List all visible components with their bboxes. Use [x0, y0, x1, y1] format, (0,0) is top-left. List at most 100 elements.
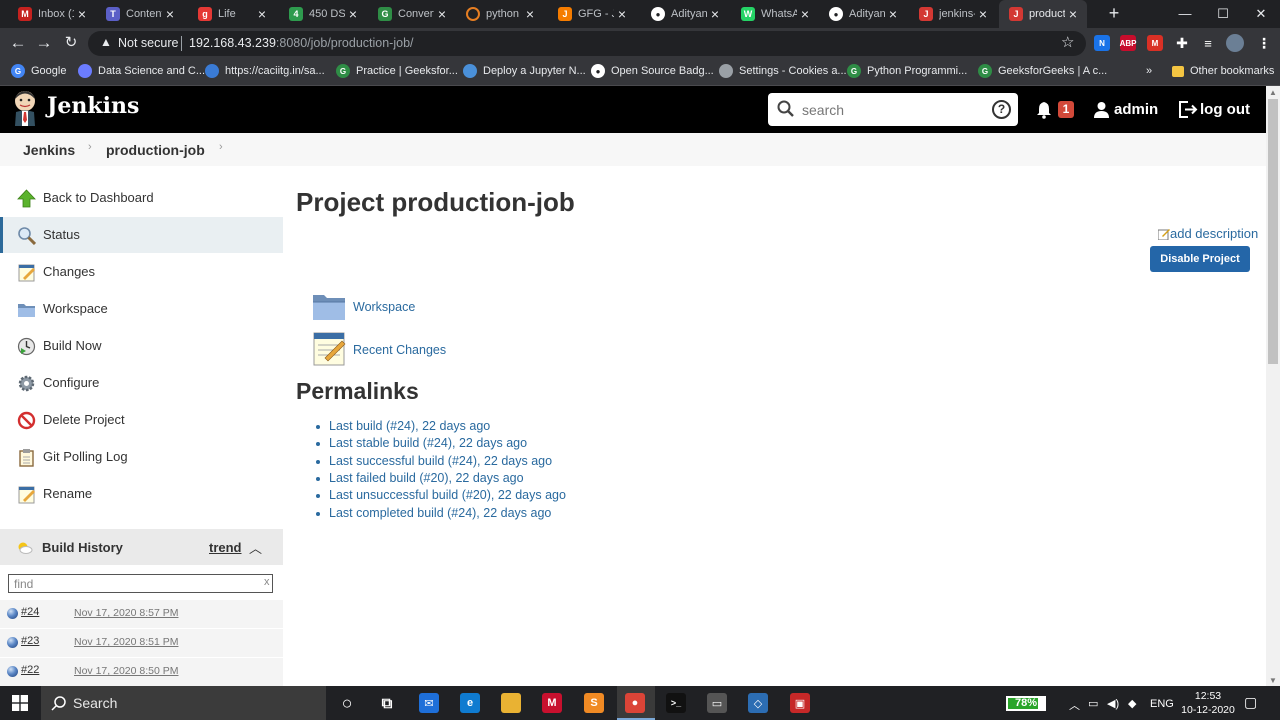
- reload-button[interactable]: ↻: [60, 32, 82, 54]
- build-status-ball-icon[interactable]: [7, 666, 18, 677]
- new-tab-button[interactable]: +: [1104, 3, 1124, 23]
- bookmark-item[interactable]: G Practice | Geeksfor...: [336, 64, 458, 78]
- close-tab-icon[interactable]: ×: [975, 6, 991, 22]
- browser-tab[interactable]: ● Adityan ×: [641, 0, 729, 28]
- cortana-circle-icon[interactable]: ○: [337, 693, 357, 713]
- recent-changes-link[interactable]: Recent Changes: [353, 343, 446, 357]
- tray-battery-icon[interactable]: ▭: [1088, 697, 1098, 710]
- mail-icon[interactable]: ✉: [419, 693, 439, 713]
- bookmark-item[interactable]: Data Science and C...: [78, 64, 205, 78]
- folder-icon[interactable]: [311, 289, 347, 325]
- battery-indicator[interactable]: 78%: [1006, 696, 1046, 711]
- sidebar-item-rename[interactable]: Rename: [0, 476, 283, 512]
- not-secure-label[interactable]: Not secure: [118, 36, 178, 50]
- build-date-link[interactable]: Nov 17, 2020 8:57 PM: [74, 607, 178, 619]
- disable-project-button[interactable]: Disable Project: [1150, 246, 1250, 272]
- bookmark-item[interactable]: ● Open Source Badg...: [591, 64, 714, 78]
- chrome-icon[interactable]: ●: [625, 693, 645, 713]
- extensions-puzzle-icon[interactable]: ✚: [1174, 35, 1190, 51]
- breadcrumb-production-job[interactable]: production-job: [106, 142, 205, 158]
- search-input[interactable]: [802, 100, 982, 120]
- virtualbox-icon[interactable]: ◇: [748, 693, 768, 713]
- browser-tab[interactable]: g Life ×: [188, 0, 276, 28]
- build-find-input[interactable]: [14, 576, 254, 591]
- image-app-icon[interactable]: ▣: [790, 693, 810, 713]
- chrome-menu-icon[interactable]: ⋮: [1256, 35, 1272, 51]
- volume-icon[interactable]: ◀): [1107, 697, 1119, 710]
- build-number-link[interactable]: #24: [21, 606, 39, 618]
- sidebar-item-back-to-dashboard[interactable]: Back to Dashboard: [0, 180, 283, 216]
- bookmark-star-icon[interactable]: ☆: [1061, 33, 1074, 51]
- logout-icon[interactable]: [1178, 100, 1198, 119]
- task-view-icon[interactable]: ⧉: [377, 693, 397, 713]
- bookmark-item[interactable]: Settings - Cookies a...: [719, 64, 847, 78]
- close-tab-icon[interactable]: ×: [162, 6, 178, 22]
- permalink-link[interactable]: Last successful build (#24), 22 days ago: [329, 454, 552, 468]
- browser-tab[interactable]: python ×: [456, 0, 544, 28]
- windows-start-icon[interactable]: [12, 695, 28, 711]
- notifications-icon[interactable]: ▢: [1244, 694, 1257, 711]
- scroll-thumb[interactable]: [1268, 99, 1278, 364]
- jenkins-title[interactable]: Jenkins: [47, 93, 139, 119]
- tray-chevron-icon[interactable]: ︿: [1069, 697, 1080, 713]
- browser-tab[interactable]: 4 450 DSA×: [279, 0, 367, 28]
- clear-find-icon[interactable]: x: [264, 576, 270, 588]
- back-button[interactable]: ←: [7, 32, 29, 54]
- m-extension-icon[interactable]: M: [1147, 35, 1163, 51]
- close-tab-icon[interactable]: ×: [254, 6, 270, 22]
- scroll-down-arrow-icon[interactable]: ▼: [1269, 676, 1277, 685]
- workspace-link[interactable]: Workspace: [353, 300, 415, 314]
- help-icon[interactable]: ?: [992, 100, 1011, 119]
- permalink-link[interactable]: Last stable build (#24), 22 days ago: [329, 436, 527, 450]
- dropbox-icon[interactable]: ◆: [1128, 697, 1136, 710]
- jenkins-logo-icon[interactable]: [12, 90, 38, 126]
- bookmark-item[interactable]: G Python Programmi...: [847, 64, 967, 78]
- close-tab-icon[interactable]: ×: [707, 6, 723, 22]
- sidebar-item-delete-project[interactable]: Delete Project: [0, 402, 283, 438]
- permalink-link[interactable]: Last completed build (#24), 22 days ago: [329, 506, 551, 520]
- user-menu[interactable]: admin: [1114, 101, 1158, 118]
- cmd-icon[interactable]: ▭: [707, 693, 727, 713]
- breadcrumb-separator-icon[interactable]: ›: [88, 141, 92, 153]
- notepad-icon[interactable]: [311, 330, 347, 366]
- close-tab-icon[interactable]: ×: [614, 6, 630, 22]
- build-status-ball-icon[interactable]: [7, 608, 18, 619]
- system-clock[interactable]: 12:53 10-12-2020: [1180, 689, 1236, 717]
- sidebar-item-changes[interactable]: Changes: [0, 254, 283, 290]
- sublime-icon[interactable]: S: [584, 693, 604, 713]
- bookmark-item[interactable]: G Google: [11, 64, 66, 78]
- close-tab-icon[interactable]: ×: [434, 6, 450, 22]
- bell-icon[interactable]: [1035, 101, 1053, 119]
- close-tab-icon[interactable]: ×: [1065, 6, 1081, 22]
- more-bookmarks-chevron[interactable]: »: [1146, 64, 1152, 78]
- adblock-icon[interactable]: ABP: [1120, 35, 1136, 51]
- browser-tab[interactable]: M Inbox (1 ×: [8, 0, 96, 28]
- close-tab-icon[interactable]: ×: [797, 6, 813, 22]
- media-control-icon[interactable]: ≡: [1200, 35, 1216, 51]
- browser-tab[interactable]: G Convert ×: [368, 0, 456, 28]
- bookmark-item[interactable]: G GeeksforGeeks | A c...: [978, 64, 1107, 78]
- edge-icon[interactable]: e: [460, 693, 480, 713]
- bookmark-item[interactable]: Deploy a Jupyter N...: [463, 64, 586, 78]
- permalink-link[interactable]: Last failed build (#20), 22 days ago: [329, 471, 524, 485]
- url-text[interactable]: 192.168.43.239:8080/job/production-job/: [189, 36, 414, 50]
- browser-tab[interactable]: T Content ×: [96, 0, 184, 28]
- file-explorer-icon[interactable]: [501, 693, 521, 713]
- warning-icon[interactable]: ▲: [100, 35, 112, 49]
- browser-tab[interactable]: Jjenkins- ×: [909, 0, 997, 28]
- breadcrumb-separator-icon[interactable]: ›: [219, 141, 223, 153]
- browser-tab[interactable]: W WhatsA ×: [731, 0, 819, 28]
- collapse-chevron-icon[interactable]: ︿: [249, 538, 262, 557]
- browser-tab[interactable]: Jproduct ×: [999, 0, 1087, 28]
- close-tab-icon[interactable]: ×: [74, 6, 90, 22]
- taskbar-search[interactable]: Search: [41, 686, 326, 720]
- sidebar-item-build-now[interactable]: Build Now: [0, 328, 283, 364]
- browser-tab[interactable]: ● Adityan ×: [819, 0, 907, 28]
- build-number-link[interactable]: #22: [21, 664, 39, 676]
- scroll-up-arrow-icon[interactable]: ▲: [1269, 88, 1277, 97]
- browser-tab[interactable]: J GFG - Ju×: [548, 0, 636, 28]
- add-description-link[interactable]: add description: [1170, 226, 1258, 241]
- sidebar-item-status[interactable]: Status: [0, 217, 283, 253]
- close-window-button[interactable]: ✕: [1238, 0, 1280, 28]
- permalink-link[interactable]: Last build (#24), 22 days ago: [329, 419, 490, 433]
